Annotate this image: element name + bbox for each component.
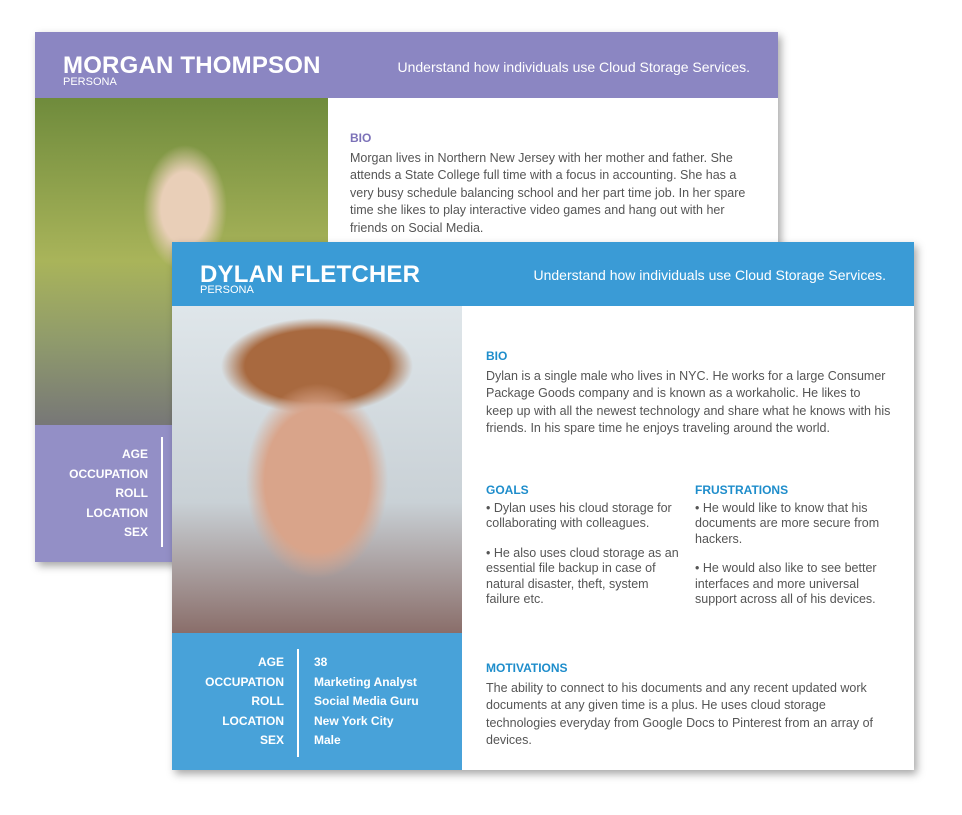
demographic-values: 38 Marketing Analyst Social Media Guru N…: [314, 653, 419, 751]
frustrations-heading: FRUSTRATIONS: [695, 483, 789, 497]
label-roll: ROLL: [251, 694, 284, 708]
label-sex: SEX: [123, 525, 148, 539]
divider: [161, 437, 163, 547]
label-occupation: OCCUPATION: [205, 674, 284, 689]
bio-heading: BIO: [486, 349, 508, 363]
value-age: 38: [314, 655, 328, 669]
bio-section: BIO Dylan is a single male who lives in …: [486, 348, 891, 452]
bio-section: BIO Morgan lives in Northern New Jersey …: [350, 130, 760, 251]
goal-item: • He also uses cloud storage as an essen…: [486, 545, 679, 607]
demographics-panel: AGE OCCUPATION ROLL LOCATION SEX 38 Mark…: [172, 633, 462, 770]
value-location: New York City: [314, 713, 394, 728]
demographic-labels: AGE OCCUPATION ROLL LOCATION SEX: [69, 445, 148, 543]
divider: [297, 649, 299, 757]
frustration-item: • He would like to know that his documen…: [695, 500, 880, 546]
card-header: DYLAN FLETCHER PERSONA Understand how in…: [172, 242, 914, 306]
motivations-section: MOTIVATIONS The ability to connect to hi…: [486, 660, 894, 764]
value-sex: Male: [314, 733, 341, 747]
label-age: AGE: [121, 447, 148, 461]
frustrations-section: FRUSTRATIONS • He would like to know tha…: [695, 483, 890, 622]
goals-heading: GOALS: [486, 483, 529, 497]
persona-card-dylan: DYLAN FLETCHER PERSONA Understand how in…: [172, 242, 914, 770]
label-location: LOCATION: [222, 713, 284, 728]
goal-item: • Dylan uses his cloud storage for colla…: [486, 500, 672, 531]
persona-tagline: Understand how individuals use Cloud Sto…: [533, 267, 886, 283]
motivations-heading: MOTIVATIONS: [486, 661, 568, 675]
goals-section: GOALS • Dylan uses his cloud storage for…: [486, 483, 681, 622]
persona-tagline: Understand how individuals use Cloud Sto…: [397, 59, 750, 75]
persona-label: PERSONA: [63, 76, 117, 88]
persona-label: PERSONA: [200, 284, 254, 296]
bio-heading: BIO: [350, 131, 372, 145]
bio-text: Morgan lives in Northern New Jersey with…: [350, 150, 746, 235]
label-roll: ROLL: [115, 486, 148, 500]
value-roll: Social Media Guru: [314, 694, 419, 708]
persona-photo: [172, 306, 462, 633]
label-location: LOCATION: [86, 505, 148, 520]
label-occupation: OCCUPATION: [69, 466, 148, 481]
frustration-item: • He would also like to see better inter…: [695, 561, 877, 606]
card-header: MORGAN THOMPSON PERSONA Understand how i…: [35, 32, 778, 98]
label-sex: SEX: [259, 733, 284, 747]
value-occupation: Marketing Analyst: [314, 674, 417, 689]
label-age: AGE: [257, 655, 284, 669]
motivations-text: The ability to connect to his documents …: [486, 680, 873, 748]
demographic-labels: AGE OCCUPATION ROLL LOCATION SEX: [205, 653, 284, 751]
bio-text: Dylan is a single male who lives in NYC.…: [486, 368, 891, 436]
